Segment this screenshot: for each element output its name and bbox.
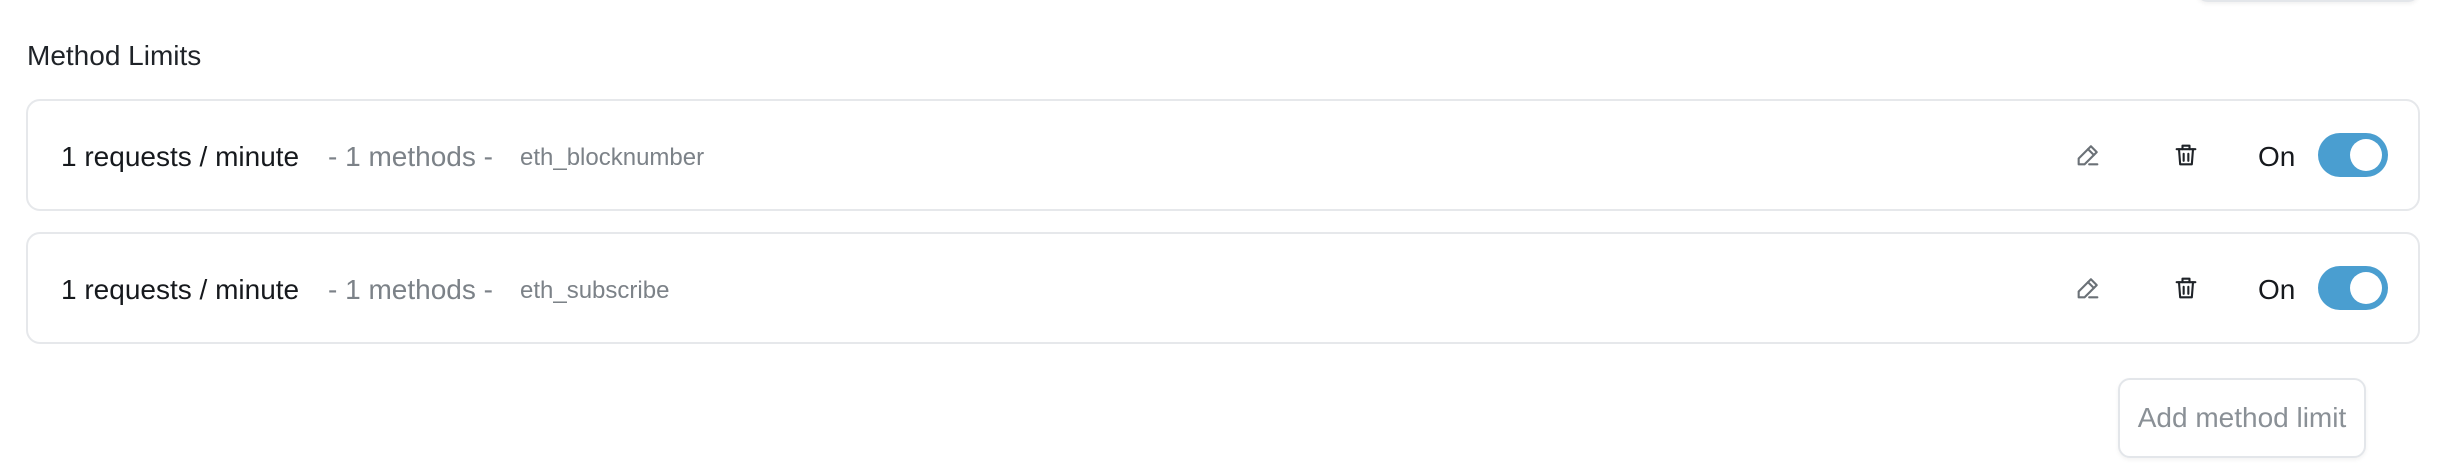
previous-section-button-edge [2196,0,2420,2]
toggle-knob [2350,272,2382,304]
add-method-limit-button[interactable]: Add method limit [2118,378,2366,458]
methods-count: - 1 methods - [328,274,493,305]
toggle-knob [2350,139,2382,171]
pencil-icon [2077,278,2099,299]
section-title: Method Limits [27,40,202,71]
methods-count: - 1 methods - [328,141,493,172]
method-limit-row: 1 requests / minute - 1 methods - eth_su… [26,232,2420,344]
delete-button[interactable] [2168,137,2204,173]
method-name: eth_blocknumber [520,144,705,171]
method-limit-row: 1 requests / minute - 1 methods - eth_bl… [26,99,2420,211]
rate-label: 1 requests / minute [61,274,300,305]
method-name: eth_subscribe [520,277,670,304]
edit-button[interactable] [2070,137,2106,173]
pencil-icon [2077,145,2099,166]
trash-icon [2175,144,2197,166]
edit-button[interactable] [2070,270,2106,306]
rate-label: 1 requests / minute [61,141,300,172]
toggle-status-label: On [2258,141,2296,172]
toggle-status-label: On [2258,274,2296,305]
delete-button[interactable] [2168,270,2204,306]
enable-toggle[interactable] [2318,133,2388,177]
trash-icon [2175,277,2197,299]
enable-toggle[interactable] [2318,266,2388,310]
